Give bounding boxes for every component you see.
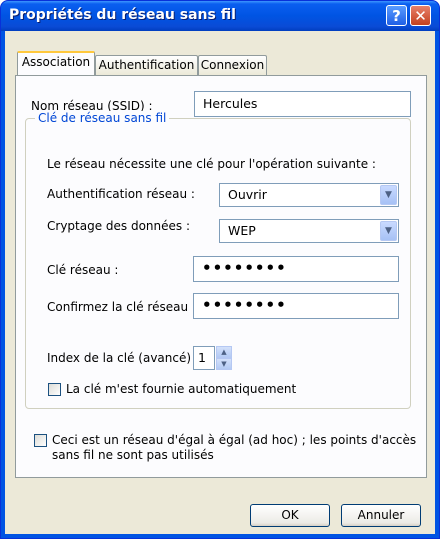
wireless-key-group-title: Clé de réseau sans fil: [35, 111, 170, 125]
encryption-label: Cryptage des données :: [47, 219, 191, 233]
confirm-key-input[interactable]: ••••••••: [193, 293, 399, 319]
tab-authentification[interactable]: Authentification: [95, 55, 198, 75]
help-button[interactable]: ?: [386, 5, 407, 26]
network-key-input[interactable]: ••••••••: [193, 256, 399, 282]
auth-select-value: Ouvrir: [228, 187, 267, 202]
cancel-button[interactable]: Annuler: [341, 504, 421, 527]
close-button[interactable]: ✕: [410, 5, 431, 26]
chevron-down-icon[interactable]: ▼: [380, 185, 397, 205]
key-index-spinner[interactable]: ▲ ▼: [216, 346, 232, 370]
auto-key-checkbox[interactable]: [48, 383, 61, 396]
ssid-input[interactable]: Hercules: [194, 91, 411, 117]
key-requirement-text: Le réseau nécessite une clé pour l'opéra…: [47, 157, 376, 171]
encryption-select[interactable]: WEP ▼: [219, 219, 399, 243]
chevron-down-icon[interactable]: ▼: [380, 221, 397, 241]
window-title: Propriétés du réseau sans fil: [9, 7, 236, 23]
ok-button[interactable]: OK: [250, 504, 330, 527]
adhoc-label-line2: sans fil ne sont pas utilisés: [52, 448, 214, 462]
confirm-key-label: Confirmez la clé réseau :: [47, 300, 196, 314]
triangle-down-icon[interactable]: ▼: [216, 358, 232, 370]
encryption-select-value: WEP: [228, 223, 256, 238]
key-index-input[interactable]: 1: [193, 346, 215, 370]
tab-connexion[interactable]: Connexion: [198, 55, 267, 75]
triangle-up-icon[interactable]: ▲: [216, 346, 232, 358]
tab-association[interactable]: Association: [17, 51, 95, 75]
network-key-label: Clé réseau :: [47, 263, 119, 277]
close-icon: ✕: [414, 7, 427, 25]
auth-label: Authentification réseau :: [47, 187, 195, 201]
auto-key-label: La clé m'est fournie automatiquement: [66, 382, 297, 396]
title-bar[interactable]: Propriétés du réseau sans fil ? ✕: [1, 1, 439, 31]
dialog-window: Propriétés du réseau sans fil ? ✕ Associ…: [0, 0, 440, 539]
auth-select[interactable]: Ouvrir ▼: [219, 183, 399, 207]
key-index-label: Index de la clé (avancé) :: [47, 351, 199, 365]
adhoc-label-line1: Ceci est un réseau d'égal à égal (ad hoc…: [52, 433, 417, 447]
adhoc-checkbox[interactable]: [34, 434, 47, 447]
